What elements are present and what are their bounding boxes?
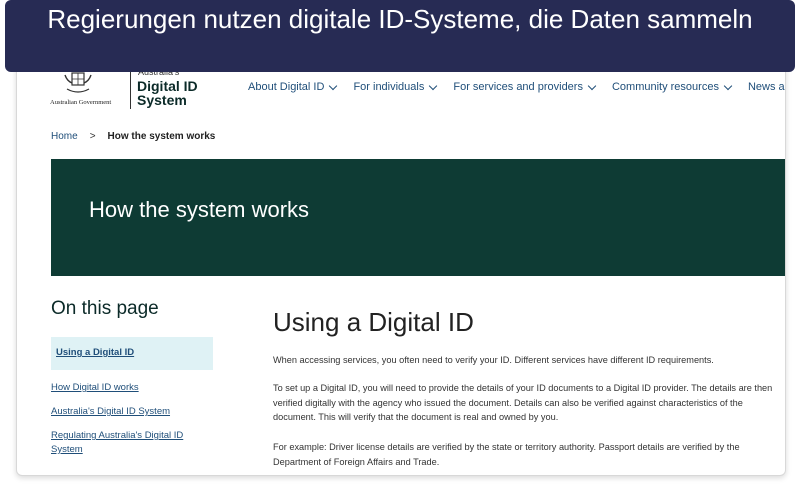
nav-item-about-digital-id[interactable]: About Digital ID [248, 81, 338, 93]
hero-banner: How the system works [51, 159, 785, 276]
government-label: Australian Government [50, 99, 112, 106]
chevron-down-icon [429, 81, 438, 90]
breadcrumb-separator: > [89, 131, 96, 142]
content-paragraph: When accessing services, you often need … [273, 355, 714, 365]
nav-item-community-resources[interactable]: Community resources [611, 81, 733, 93]
nav-item-label: Community resources [611, 81, 719, 93]
main-nav: About Digital ID For individuals For ser… [248, 81, 785, 93]
caption-banner: Regierungen nutzen digitale ID-Systeme, … [5, 0, 795, 72]
nav-item-for-individuals[interactable]: For individuals [353, 81, 438, 93]
on-this-page-active-label: Using a Digital ID [56, 347, 135, 358]
chevron-down-icon [587, 81, 597, 90]
on-this-page-link-regulating-digital-id-system[interactable]: Regulating Australia's Digital ID System [51, 429, 201, 457]
breadcrumb: Home > How the system works [51, 131, 215, 142]
content-title: Using a Digital ID [273, 307, 474, 337]
chevron-down-icon [723, 81, 733, 90]
screenshot-frame: Australian Government Australia's Digita… [16, 40, 786, 476]
content-paragraph: To set up a Digital ID, you will need to… [273, 383, 773, 422]
nav-item-label: About Digital ID [248, 81, 325, 93]
chevron-down-icon [329, 81, 338, 90]
nav-item-label: For services and providers [453, 81, 583, 93]
brand-title-link[interactable]: Digital ID System [137, 79, 217, 107]
nav-item-news[interactable]: News a [748, 81, 785, 93]
caption-text: Regierungen nutzen digitale ID-Systeme, … [47, 4, 753, 34]
breadcrumb-home-link[interactable]: Home [51, 131, 78, 142]
nav-item-label: For individuals [353, 81, 425, 93]
nav-item-for-services-and-providers[interactable]: For services and providers [453, 81, 597, 93]
on-this-page-active-item[interactable]: Using a Digital ID [51, 337, 213, 370]
on-this-page-link-australias-digital-id-system[interactable]: Australia's Digital ID System [51, 405, 201, 419]
content-paragraph: For example: Driver license details are … [273, 442, 740, 467]
on-this-page-link-how-digital-id-works[interactable]: How Digital ID works [51, 381, 201, 395]
on-this-page-title: On this page [51, 298, 159, 319]
breadcrumb-current: How the system works [107, 131, 216, 142]
nav-item-label: News a [747, 81, 785, 93]
hero-title: How the system works [89, 197, 310, 222]
